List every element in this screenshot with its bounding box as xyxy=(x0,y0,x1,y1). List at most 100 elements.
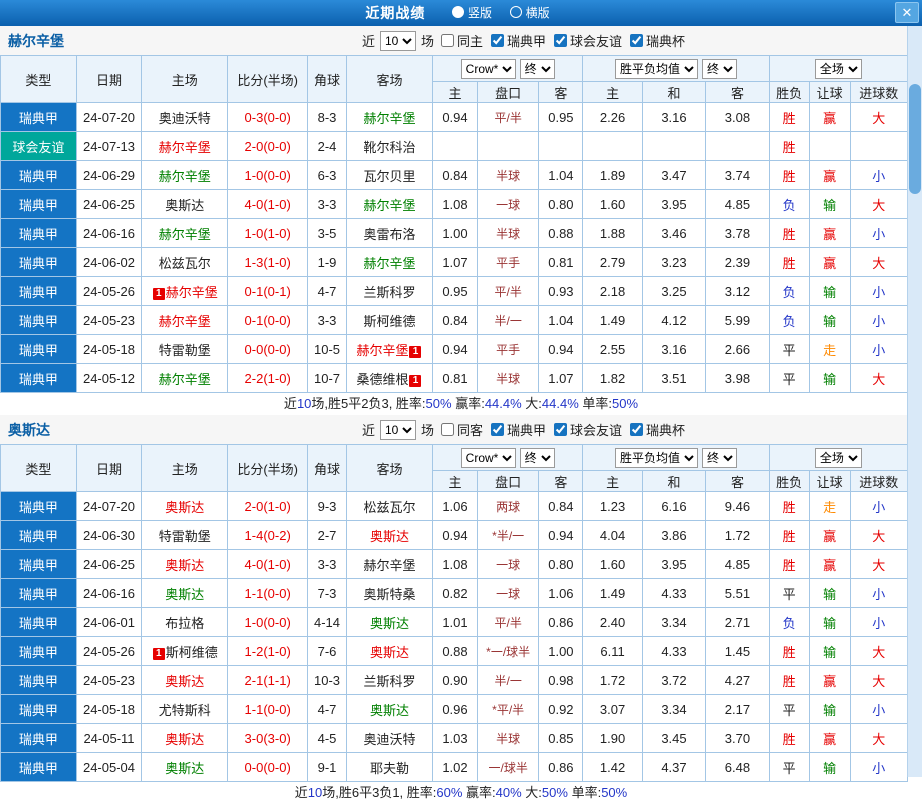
league-filter-1-label: 球会友谊 xyxy=(570,423,623,438)
league-filter-0-input[interactable] xyxy=(491,423,504,436)
summary-segment: 大: xyxy=(521,785,542,800)
odds-away-cell: 0.94 xyxy=(538,334,584,364)
goals-result-cell: 大 xyxy=(849,723,909,753)
match-row: 瑞典甲 24-06-29 赫尔辛堡 1-0(0-0) 6-3 瓦尔贝里 0.84 半球 1.04… xyxy=(0,160,909,190)
league-filter-2-input[interactable] xyxy=(630,34,644,47)
league-filter-1-input[interactable] xyxy=(554,423,568,436)
result-cell: 胜 xyxy=(768,549,810,579)
corners-cell: 10-5 xyxy=(307,334,347,364)
league-filter-1-input[interactable] xyxy=(554,34,568,47)
match-date-cell: 24-06-02 xyxy=(75,247,143,277)
score-cell: 2-1(1-1) xyxy=(227,665,309,695)
league-filter-2[interactable]: 瑞典杯 xyxy=(630,420,685,439)
odds-company-select[interactable]: Crow* xyxy=(460,58,516,79)
summary-segment: 单率: xyxy=(567,785,602,800)
close-button[interactable]: ✕ xyxy=(895,2,919,23)
column-header: 比分(半场) xyxy=(227,55,309,103)
column-header: 主场 xyxy=(141,444,229,492)
result-cell: 平 xyxy=(768,334,810,364)
goals-result-cell: 大 xyxy=(849,102,909,132)
header-row-1: 类型 日期 主场 比分(半场) 角球 客场 Crow* 终胜平负均值终全场 xyxy=(0,444,909,492)
avg-odds-select[interactable]: 胜平负均值 xyxy=(615,447,699,468)
league-filter-1[interactable]: 球会友谊 xyxy=(554,420,622,439)
avg-odds-select[interactable]: 胜平负均值 xyxy=(615,58,699,79)
corners-cell: 4-7 xyxy=(307,694,347,724)
near-label: 近 xyxy=(361,423,375,438)
scrollbar-thumb[interactable] xyxy=(909,84,921,194)
match-count-select[interactable]: 10 xyxy=(379,419,416,440)
team-cell-away: 耶夫勒 xyxy=(345,752,433,782)
match-row: 瑞典甲 24-05-18 尤特斯科 1-1(0-0) 4-7 奥斯达 0.96 *平/半 0.9… xyxy=(0,694,909,724)
handicap-line-cell: 平/半 xyxy=(476,607,540,637)
avg-time-select[interactable]: 终 xyxy=(702,58,738,79)
same-venue-checkbox[interactable]: 同主 xyxy=(440,31,483,50)
corners-cell: 2-4 xyxy=(307,131,347,161)
scope-select[interactable]: 全场 xyxy=(814,447,862,468)
avg-away-cell: 3.12 xyxy=(705,276,770,306)
odds-time-select[interactable]: 终 xyxy=(519,58,555,79)
avg-away-cell: 3.70 xyxy=(705,723,770,753)
avg-draw-cell: 3.72 xyxy=(641,665,707,695)
match-count-select[interactable]: 10 xyxy=(379,30,416,51)
match-type-cell: 瑞典甲 xyxy=(0,102,77,132)
sections-container: 赫尔辛堡近 10 场同主 瑞典甲 球会友谊 瑞典杯 类型 日期 主场 比分(半场) 角球 客场 Crow… xyxy=(0,26,922,804)
summary-segment: 近 xyxy=(283,396,297,411)
same-venue-checkbox-label: 同主 xyxy=(456,34,483,49)
avg-draw-cell: 3.16 xyxy=(641,334,707,364)
avg-time-select[interactable]: 终 xyxy=(702,447,738,468)
odds-home-cell: 1.07 xyxy=(431,247,478,277)
odds-home-cell: 0.84 xyxy=(431,305,478,335)
team-name-home: 尤特斯科 xyxy=(158,702,211,718)
odds-home-cell xyxy=(431,131,478,161)
team-cell-away: 赫尔辛堡 1 xyxy=(345,334,433,364)
handicap-result-cell: 输 xyxy=(808,363,851,393)
same-venue-checkbox-input[interactable] xyxy=(440,34,454,47)
team-name-home: 奥斯达 xyxy=(165,586,205,602)
handicap-result-cell: 输 xyxy=(808,607,851,637)
score-cell: 2-0(0-0) xyxy=(227,131,309,161)
sub-header: 主 xyxy=(431,81,478,103)
match-type-cell: 球会友谊 xyxy=(0,131,77,161)
same-venue-checkbox-input[interactable] xyxy=(440,423,454,436)
avg-away-cell: 2.39 xyxy=(705,247,770,277)
league-filter-2[interactable]: 瑞典杯 xyxy=(630,31,685,50)
summary-segment: 近 xyxy=(294,785,308,800)
score-cell: 1-0(1-0) xyxy=(227,218,309,248)
league-filter-0-input[interactable] xyxy=(491,34,504,47)
odds-away-cell: 0.84 xyxy=(538,491,584,521)
league-filter-0[interactable]: 瑞典甲 xyxy=(491,420,546,439)
team-cell-home: 特雷勒堡 xyxy=(141,334,229,364)
odds-company-select[interactable]: Crow* xyxy=(460,447,516,468)
handicap-line-cell: 平/半 xyxy=(476,276,540,306)
scope-select[interactable]: 全场 xyxy=(814,58,862,79)
league-filter-1[interactable]: 球会友谊 xyxy=(554,31,622,50)
layout-radio-vertical[interactable]: 竖版 xyxy=(451,4,492,21)
league-filter-2-input[interactable] xyxy=(630,423,644,436)
layout-radio-horizontal[interactable]: 横版 xyxy=(509,4,550,21)
match-type-cell: 瑞典甲 xyxy=(0,607,77,637)
match-row: 瑞典甲 24-05-23 赫尔辛堡 0-1(0-0) 3-3 斯柯维德 0.84 半/一 1.0… xyxy=(0,305,909,335)
scope-header: 全场 xyxy=(768,55,909,82)
column-header: 客场 xyxy=(345,444,433,492)
corners-cell: 2-7 xyxy=(307,520,347,550)
team-cell-home: 1 斯柯维德 xyxy=(141,636,229,666)
odds-home-cell: 1.02 xyxy=(431,752,478,782)
vertical-scrollbar[interactable] xyxy=(907,26,922,777)
result-cell: 平 xyxy=(768,694,810,724)
avg-away-cell: 3.78 xyxy=(705,218,770,248)
odds-time-select[interactable]: 终 xyxy=(519,447,555,468)
league-filter-0[interactable]: 瑞典甲 xyxy=(491,31,546,50)
team-cell-home: 赫尔辛堡 xyxy=(141,131,229,161)
same-venue-checkbox[interactable]: 同客 xyxy=(440,420,483,439)
team-section-1: 奥斯达近 10 场同客 瑞典甲 球会友谊 瑞典杯 类型 日期 主场 比分(半场) 角球 客场 Crow*… xyxy=(0,415,922,804)
result-cell: 负 xyxy=(768,189,810,219)
match-date-cell: 24-06-25 xyxy=(75,549,143,579)
avg-draw-cell: 3.25 xyxy=(641,276,707,306)
odds-away-cell: 0.92 xyxy=(538,694,584,724)
result-cell: 胜 xyxy=(768,102,810,132)
handicap-line-cell: *平/半 xyxy=(476,694,540,724)
team-name-home: 奥斯达 xyxy=(165,760,205,776)
team-name-home: 赫尔辛堡 xyxy=(158,226,211,242)
section-header: 赫尔辛堡 近 10 场 同主 瑞典甲 球会友谊 瑞典杯 xyxy=(0,26,922,55)
team-name-away: 耶夫勒 xyxy=(369,760,409,776)
